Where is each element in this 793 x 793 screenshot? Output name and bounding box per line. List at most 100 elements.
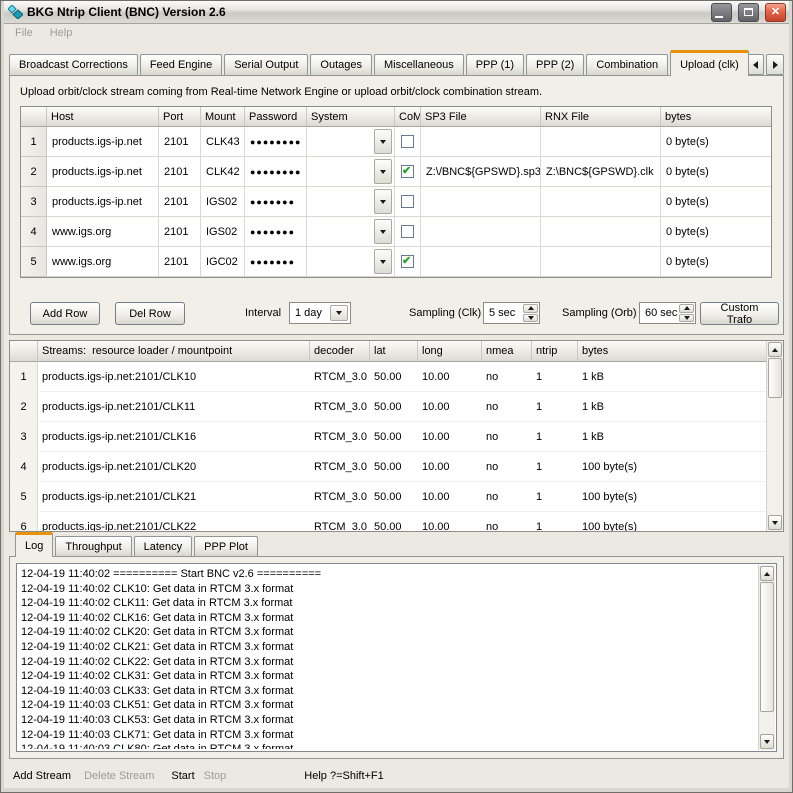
- sp3-file-cell[interactable]: [421, 217, 541, 247]
- tab-scroll-right-icon[interactable]: [766, 54, 784, 75]
- password-cell[interactable]: ●●●●●●●: [245, 247, 307, 277]
- port-cell[interactable]: 2101: [159, 247, 201, 277]
- system-combobox[interactable]: [307, 247, 395, 277]
- system-combobox[interactable]: [307, 217, 395, 247]
- password-cell[interactable]: ●●●●●●●: [245, 217, 307, 247]
- host-cell[interactable]: products.igs-ip.net: [47, 187, 159, 217]
- mount-cell[interactable]: CLK42: [201, 157, 245, 187]
- spin-up-icon[interactable]: [679, 304, 694, 313]
- com-checkbox[interactable]: ✔: [401, 225, 414, 238]
- password-cell[interactable]: ●●●●●●●●: [245, 127, 307, 157]
- system-combobox[interactable]: [307, 187, 395, 217]
- stream-mountpoint-cell[interactable]: products.igs-ip.net:2101/CLK22: [38, 512, 310, 532]
- com-checkbox[interactable]: ✔: [401, 135, 414, 148]
- stream-mountpoint-cell[interactable]: products.igs-ip.net:2101/CLK16: [38, 422, 310, 452]
- mount-cell[interactable]: IGS02: [201, 217, 245, 247]
- com-checkbox[interactable]: ✔: [401, 195, 414, 208]
- sp3-file-cell[interactable]: [421, 247, 541, 277]
- menu-item[interactable]: Help: [50, 27, 73, 39]
- scrollbar-thumb[interactable]: [760, 582, 774, 712]
- host-cell[interactable]: products.igs-ip.net: [47, 127, 159, 157]
- rnx-file-cell[interactable]: [541, 247, 661, 277]
- stream-lat-cell: 50.00: [370, 362, 418, 392]
- interval-dropdown[interactable]: 1 day: [289, 302, 351, 324]
- status-action[interactable]: Add Stream: [13, 770, 71, 782]
- top-tab[interactable]: Serial Output: [224, 54, 308, 75]
- bottom-tab[interactable]: PPP Plot: [194, 536, 258, 556]
- streams-scrollbar[interactable]: [766, 341, 783, 531]
- top-tab[interactable]: Upload (clk): [670, 50, 749, 76]
- chevron-down-icon[interactable]: [374, 129, 392, 154]
- top-tab[interactable]: Outages: [310, 54, 372, 75]
- port-cell[interactable]: 2101: [159, 187, 201, 217]
- maximize-icon: [744, 8, 753, 16]
- com-checkbox[interactable]: ✔: [401, 255, 414, 268]
- mount-cell[interactable]: IGS02: [201, 187, 245, 217]
- port-cell[interactable]: 2101: [159, 127, 201, 157]
- host-cell[interactable]: products.igs-ip.net: [47, 157, 159, 187]
- status-action[interactable]: Start: [171, 770, 194, 782]
- maximize-button[interactable]: [738, 3, 759, 22]
- com-checkbox[interactable]: ✔: [401, 165, 414, 178]
- host-cell[interactable]: www.igs.org: [47, 217, 159, 247]
- system-combobox[interactable]: [307, 157, 395, 187]
- stream-mountpoint-cell[interactable]: products.igs-ip.net:2101/CLK20: [38, 452, 310, 482]
- col-header-sp3: SP3 File: [421, 107, 541, 127]
- stream-mountpoint-cell[interactable]: products.igs-ip.net:2101/CLK11: [38, 392, 310, 422]
- stream-mountpoint-cell[interactable]: products.igs-ip.net:2101/CLK21: [38, 482, 310, 512]
- chevron-down-icon[interactable]: [374, 249, 392, 274]
- title-bar[interactable]: BKG Ntrip Client (BNC) Version 2.6 ✕: [4, 1, 789, 24]
- bottom-tab[interactable]: Throughput: [55, 536, 131, 556]
- sp3-file-cell[interactable]: [421, 127, 541, 157]
- scroll-up-icon[interactable]: [768, 342, 782, 357]
- sp3-file-cell[interactable]: Z:\/BNC${GPSWD}.sp3: [421, 157, 541, 187]
- port-cell[interactable]: 2101: [159, 217, 201, 247]
- host-cell[interactable]: www.igs.org: [47, 247, 159, 277]
- custom-trafo-button[interactable]: Custom Trafo: [700, 302, 779, 325]
- col-header-mountpoint: Streams: resource loader / mountpoint: [38, 341, 310, 362]
- sampling-clk-spinner[interactable]: 5 sec: [483, 302, 540, 324]
- status-action[interactable]: Stop: [204, 770, 227, 782]
- rnx-file-cell[interactable]: [541, 187, 661, 217]
- rnx-file-cell[interactable]: [541, 217, 661, 247]
- top-tab[interactable]: Miscellaneous: [374, 54, 464, 75]
- rnx-file-cell[interactable]: Z:\BNC${GPSWD}.clk: [541, 157, 661, 187]
- top-tab[interactable]: PPP (2): [526, 54, 584, 75]
- chevron-down-icon[interactable]: [374, 189, 392, 214]
- top-tab[interactable]: PPP (1): [466, 54, 524, 75]
- chevron-down-icon[interactable]: [330, 305, 348, 321]
- scroll-down-icon[interactable]: [760, 734, 774, 749]
- scroll-down-icon[interactable]: [768, 515, 782, 530]
- top-tab[interactable]: Feed Engine: [140, 54, 222, 75]
- password-cell[interactable]: ●●●●●●●●: [245, 157, 307, 187]
- top-tab[interactable]: Broadcast Corrections: [9, 54, 138, 75]
- status-action[interactable]: Delete Stream: [84, 770, 154, 782]
- system-combobox[interactable]: [307, 127, 395, 157]
- mount-cell[interactable]: CLK43: [201, 127, 245, 157]
- close-button[interactable]: ✕: [765, 3, 786, 22]
- rnx-file-cell[interactable]: [541, 127, 661, 157]
- scrollbar-thumb[interactable]: [768, 358, 782, 398]
- minimize-button[interactable]: [711, 3, 732, 22]
- sp3-file-cell[interactable]: [421, 187, 541, 217]
- bottom-tab[interactable]: Log: [15, 532, 53, 557]
- mount-cell[interactable]: IGC02: [201, 247, 245, 277]
- log-output[interactable]: 12-04-19 11:40:02 ========== Start BNC v…: [16, 563, 777, 752]
- password-cell[interactable]: ●●●●●●●: [245, 187, 307, 217]
- scroll-up-icon[interactable]: [760, 566, 774, 581]
- top-tab[interactable]: Combination: [586, 54, 668, 75]
- add-row-button[interactable]: Add Row: [30, 302, 100, 325]
- status-action[interactable]: Help ?=Shift+F1: [304, 770, 384, 782]
- del-row-button[interactable]: Del Row: [115, 302, 185, 325]
- log-scrollbar[interactable]: [758, 565, 775, 750]
- sampling-orb-spinner[interactable]: 60 sec: [639, 302, 696, 324]
- spin-down-icon[interactable]: [523, 314, 538, 323]
- spin-down-icon[interactable]: [679, 314, 694, 323]
- stream-mountpoint-cell[interactable]: products.igs-ip.net:2101/CLK10: [38, 362, 310, 392]
- port-cell[interactable]: 2101: [159, 157, 201, 187]
- chevron-down-icon[interactable]: [374, 219, 392, 244]
- chevron-down-icon[interactable]: [374, 159, 392, 184]
- spin-up-icon[interactable]: [523, 304, 538, 313]
- bottom-tab[interactable]: Latency: [134, 536, 193, 556]
- menu-item[interactable]: File: [15, 27, 33, 39]
